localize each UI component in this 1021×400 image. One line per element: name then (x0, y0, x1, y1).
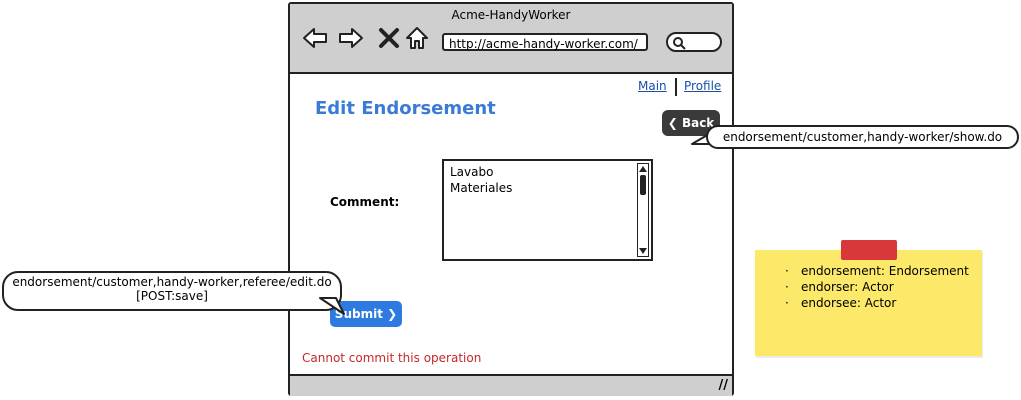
profile-link[interactable]: Profile (684, 79, 721, 93)
search-field[interactable] (666, 32, 722, 52)
scroll-down-icon[interactable] (639, 247, 647, 255)
error-message: Cannot commit this operation (302, 351, 482, 365)
callout-pointer (319, 297, 345, 315)
browser-window: Acme-HandyWorker http://acme-handy-worke… (288, 2, 734, 396)
chevron-right-icon: ❯ (387, 307, 398, 321)
forward-arrow-icon[interactable] (338, 26, 364, 50)
note-item: · endorser: Actor (785, 280, 894, 294)
browser-chrome: Acme-HandyWorker http://acme-handy-worke… (290, 4, 732, 74)
comment-textarea[interactable]: Lavabo Materiales (442, 159, 653, 261)
chevron-left-icon: ❮ (667, 116, 678, 130)
tape-icon (841, 240, 897, 260)
note-item: · endorsee: Actor (785, 296, 897, 310)
note-item: · endorsement: Endorsement (785, 264, 969, 278)
status-bar: // (290, 374, 732, 396)
back-arrow-icon[interactable] (302, 26, 328, 50)
submit-callout-line: [POST:save] (136, 289, 208, 303)
home-icon[interactable] (404, 26, 430, 50)
main-link[interactable]: Main (638, 79, 667, 93)
search-icon (673, 37, 686, 50)
submit-callout: endorsement/customer,handy-worker,refere… (2, 271, 342, 311)
close-x-icon[interactable] (376, 26, 402, 50)
resize-grip-icon[interactable]: // (719, 378, 729, 393)
note-list: · endorsement: Endorsement · endorser: Act… (785, 264, 969, 312)
link-separator (675, 78, 677, 96)
comment-label: Comment: (330, 195, 400, 209)
comment-line: Lavabo (450, 165, 494, 179)
scroll-up-icon[interactable] (639, 165, 647, 173)
scroll-thumb[interactable] (640, 175, 646, 195)
page-title: Edit Endorsement (315, 98, 496, 119)
window-title: Acme-HandyWorker (451, 8, 571, 22)
back-callout: endorsement/customer,handy-worker/show.d… (706, 125, 1019, 149)
url-bar[interactable]: http://acme-handy-worker.com/ (442, 33, 648, 51)
submit-callout-line: endorsement/customer,handy-worker,refere… (12, 275, 332, 289)
comment-line: Materiales (450, 181, 513, 195)
textarea-scrollbar[interactable] (637, 163, 649, 257)
